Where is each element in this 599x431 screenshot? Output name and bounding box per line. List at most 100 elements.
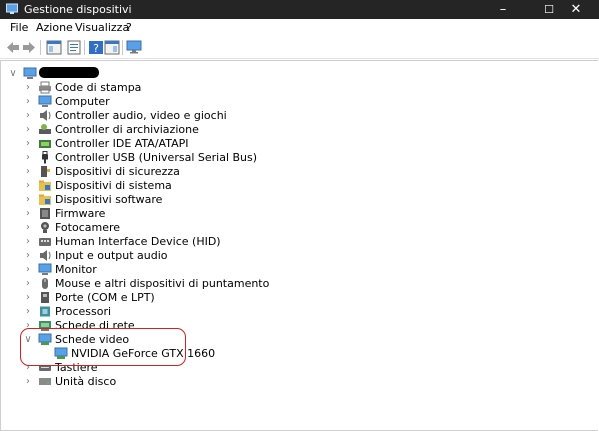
tree-item[interactable]: › Dispositivi software	[1, 193, 596, 207]
expand-chevron-icon[interactable]: ›	[23, 166, 33, 178]
forward-icon[interactable]	[21, 40, 37, 55]
tree-item-label: Controller audio, video e giochi	[55, 109, 227, 122]
highlight-annotation	[20, 328, 186, 366]
tree-item-label: Code di stampa	[55, 81, 142, 94]
tree-item-label: Monitor	[55, 263, 97, 276]
expand-chevron-icon[interactable]: ›	[23, 194, 33, 206]
menu-visualizza[interactable]: Visualizza	[75, 21, 129, 34]
tree-item[interactable]: › Dispositivi di sistema	[1, 179, 596, 193]
menu-file[interactable]: File	[10, 21, 28, 34]
mouse-icon	[42, 278, 48, 289]
tree-item-label: Dispositivi software	[55, 193, 163, 206]
collapse-chevron-icon[interactable]: ∨	[8, 68, 18, 80]
monitor-icon[interactable]	[126, 40, 142, 55]
tree-item-label: Human Interface Device (HID)	[55, 235, 221, 248]
printer-icon	[39, 81, 51, 94]
tree-item-label: Mouse e altri dispositivi di puntamento	[55, 277, 270, 290]
tree-item[interactable]: › Mouse e altri dispositivi di puntament…	[1, 277, 596, 291]
tree-item[interactable]: › Input e output audio	[1, 249, 596, 263]
tree-item[interactable]: › Human Interface Device (HID)	[1, 235, 596, 249]
storage-controller-icon	[39, 124, 51, 134]
tree-item[interactable]: › Dispositivi di sicurezza	[1, 165, 596, 179]
tree-item-label: Dispositivi di sicurezza	[55, 165, 180, 178]
tree-item-label: Computer	[55, 95, 110, 108]
menu-bar: File Azione Visualizza ?	[0, 19, 599, 37]
usb-icon	[42, 151, 48, 164]
menu-help[interactable]: ?	[126, 21, 132, 34]
expand-chevron-icon[interactable]: ›	[23, 82, 33, 94]
audio-io-icon	[40, 250, 51, 261]
toolbar: ?	[0, 37, 599, 59]
expand-chevron-icon[interactable]: ›	[23, 264, 33, 276]
expand-chevron-icon[interactable]: ›	[23, 152, 33, 164]
tree-item-label: Controller USB (Universal Serial Bus)	[55, 151, 258, 164]
toolbar-separator	[40, 40, 41, 55]
help-icon[interactable]: ?	[88, 40, 104, 55]
expand-chevron-icon[interactable]: ›	[23, 236, 33, 248]
tree-root[interactable]: ∨	[1, 67, 596, 81]
disk-drive-icon	[39, 378, 51, 385]
software-device-icon	[39, 194, 51, 205]
svg-text:?: ?	[93, 42, 99, 55]
tree-item[interactable]: › Monitor	[1, 263, 596, 277]
expand-chevron-icon[interactable]: ›	[23, 222, 33, 234]
device-tree[interactable]: ∨ › Code di stampa › Computer › Controll…	[0, 60, 598, 431]
tree-item-label: Input e output audio	[55, 249, 168, 262]
tree-item[interactable]: › Unità disco	[1, 375, 596, 389]
computer-icon	[38, 95, 52, 107]
processor-icon	[40, 306, 50, 317]
computer-icon	[23, 67, 37, 79]
properties-icon[interactable]	[66, 40, 82, 55]
tree-item-label: Firmware	[55, 207, 106, 220]
redacted-computer-name	[39, 67, 99, 78]
expand-chevron-icon[interactable]: ›	[23, 180, 33, 192]
expand-chevron-icon[interactable]: ›	[23, 96, 33, 108]
tree-item[interactable]: › Fotocamere	[1, 221, 596, 235]
security-key-icon	[41, 166, 50, 177]
minimize-button[interactable]: –	[480, 0, 526, 19]
menu-azione[interactable]: Azione	[36, 21, 73, 34]
expand-chevron-icon[interactable]: ›	[23, 124, 33, 136]
expand-chevron-icon[interactable]: ›	[23, 292, 33, 304]
expand-chevron-icon[interactable]: ›	[23, 208, 33, 220]
tree-item[interactable]: › Processori	[1, 305, 596, 319]
tree-item-label: Controller IDE ATA/ATAPI	[55, 137, 189, 150]
tree-item-label: Controller di archiviazione	[55, 123, 199, 136]
expand-chevron-icon[interactable]: ›	[23, 306, 33, 318]
close-button[interactable]: ✕	[553, 0, 599, 19]
hid-icon	[39, 238, 51, 246]
tree-item[interactable]: › Controller IDE ATA/ATAPI	[1, 137, 596, 151]
toolbar-separator	[84, 40, 85, 55]
ide-controller-icon	[39, 140, 51, 148]
expand-chevron-icon[interactable]: ›	[23, 278, 33, 290]
system-folder-icon	[39, 180, 51, 191]
tree-item-label: Dispositivi di sistema	[55, 179, 172, 192]
camera-icon	[41, 222, 49, 233]
tree-item[interactable]: › Controller di archiviazione	[1, 123, 596, 137]
tree-item[interactable]: › Firmware	[1, 207, 596, 221]
expand-chevron-icon[interactable]: ›	[23, 138, 33, 150]
firmware-icon	[40, 208, 50, 219]
tree-item[interactable]: › Computer	[1, 95, 596, 109]
monitor-icon	[38, 263, 52, 275]
expand-chevron-icon[interactable]: ›	[23, 250, 33, 262]
tree-item-label: Unità disco	[55, 375, 117, 388]
port-icon	[41, 292, 49, 303]
window-title: Gestione dispositivi	[24, 3, 132, 16]
device-manager-icon	[6, 3, 18, 14]
action-pane-icon[interactable]	[104, 40, 120, 55]
toolbar-separator	[122, 40, 123, 55]
expand-chevron-icon[interactable]: ›	[23, 110, 33, 122]
tree-item-label: Fotocamere	[55, 221, 121, 234]
tree-item[interactable]: › Porte (COM e LPT)	[1, 291, 596, 305]
tree-item-label: Processori	[55, 305, 112, 318]
expand-chevron-icon[interactable]: ›	[23, 376, 33, 388]
tree-item[interactable]: › Controller USB (Universal Serial Bus)	[1, 151, 596, 165]
tree-item[interactable]: › Controller audio, video e giochi	[1, 109, 596, 123]
back-icon[interactable]	[5, 40, 21, 55]
speaker-icon	[40, 110, 51, 121]
title-bar: Gestione dispositivi – ☐ ✕	[0, 0, 599, 19]
tree-item[interactable]: › Code di stampa	[1, 81, 596, 95]
tree-item-label: Porte (COM e LPT)	[55, 291, 155, 304]
console-tree-icon[interactable]	[46, 40, 62, 55]
